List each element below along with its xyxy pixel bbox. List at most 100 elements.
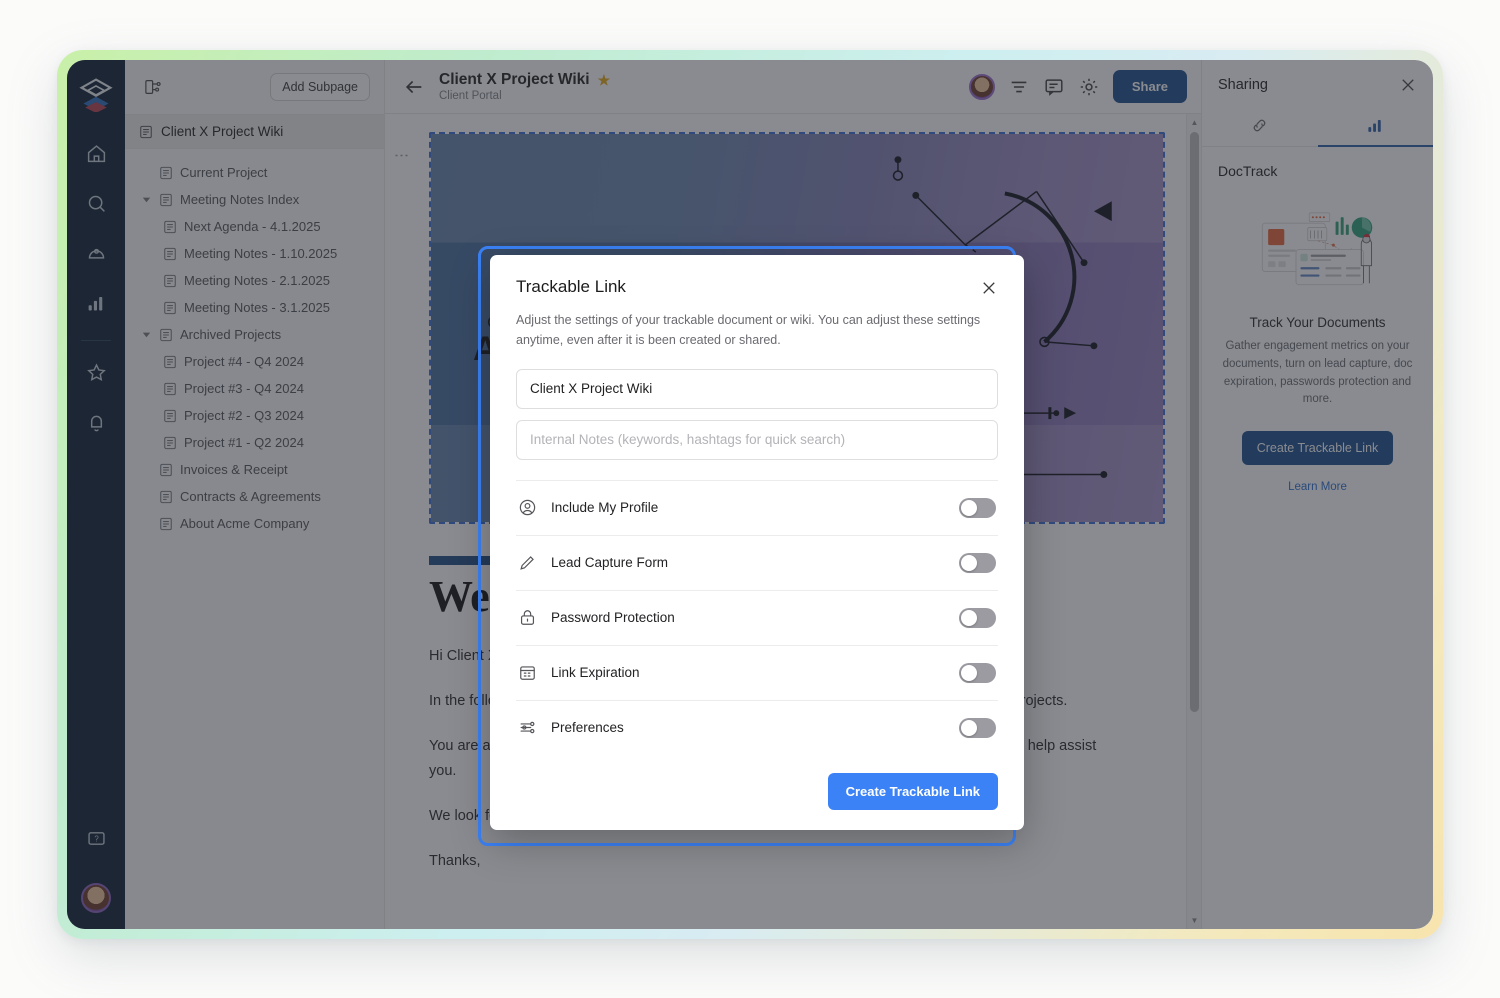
sidebar-item[interactable]: Meeting Notes Index [125, 186, 384, 213]
search-icon [88, 195, 105, 212]
page-icon [160, 166, 172, 179]
modal-setting-row: Preferences [516, 699, 998, 755]
rail-item-analytics[interactable] [77, 284, 115, 322]
modal-create-trackable-link-button[interactable]: Create Trackable Link [827, 772, 998, 810]
calendar-icon [520, 666, 535, 680]
modal-setting-row: Password Protection [516, 589, 998, 645]
page-icon [160, 463, 172, 476]
sidebar-root-item[interactable]: Client X Project Wiki [125, 114, 384, 149]
page-icon [164, 409, 176, 422]
modal-setting-toggle[interactable] [959, 717, 996, 738]
sidebar-item[interactable]: Next Agenda - 4.1.2025 [125, 213, 384, 240]
rail-item-notifications[interactable] [77, 403, 115, 441]
sidebar-item[interactable]: Archived Projects [125, 321, 384, 348]
lock-icon [520, 610, 535, 625]
page-tree-icon [145, 80, 161, 94]
chevron-down-icon[interactable] [141, 194, 152, 205]
page-icon [164, 355, 176, 368]
sidebar-item-label: About Acme Company [180, 516, 310, 531]
scroll-down-arrow-icon[interactable]: ▼ [1187, 913, 1201, 928]
bell-icon [90, 415, 102, 431]
modal-setting-toggle[interactable] [959, 662, 996, 683]
toggle-knob [961, 499, 977, 516]
sidebar-item-label: Project #1 - Q2 2024 [184, 435, 304, 450]
modal-settings-rows: Include My Profile Lead Capture Form Pas… [516, 479, 998, 755]
page-icon [160, 517, 172, 530]
internal-notes-input[interactable] [516, 419, 998, 460]
modal-setting-toggle[interactable] [959, 497, 996, 518]
pencil-icon [520, 556, 534, 570]
sidebar-root-label: Client X Project Wiki [161, 124, 284, 139]
sidebar-item[interactable]: Project #4 - Q4 2024 [125, 348, 384, 375]
sidebar-item[interactable]: Project #3 - Q4 2024 [125, 375, 384, 402]
modal-setting-label: Include My Profile [551, 500, 659, 515]
modal-description: Adjust the settings of your trackable do… [516, 313, 981, 348]
close-icon[interactable] [1399, 76, 1417, 94]
sidebar-item[interactable]: Contracts & Agreements [125, 483, 384, 510]
document-header: Client X Project Wiki ★ Client Portal Sh… [385, 60, 1201, 114]
create-trackable-link-button[interactable]: Create Trackable Link [1241, 431, 1394, 466]
sidebar-item[interactable]: Invoices & Receipt [125, 456, 384, 483]
sidebar-item[interactable]: Meeting Notes - 1.10.2025 [125, 240, 384, 267]
header-user-avatar[interactable] [968, 73, 995, 100]
sidebar-item-label: Meeting Notes - 1.10.2025 [184, 246, 338, 261]
share-button[interactable]: Share [1112, 70, 1187, 103]
icon-rail: ? [67, 60, 125, 929]
sidebar-item[interactable]: Meeting Notes - 3.1.2025 [125, 294, 384, 321]
sidebar-item-label: Invoices & Receipt [180, 462, 288, 477]
modal-setting-toggle[interactable] [959, 552, 996, 573]
modal-setting-row: Include My Profile [516, 479, 998, 535]
modal-setting-toggle[interactable] [959, 607, 996, 628]
sharing-panel-title: Sharing [1218, 77, 1268, 93]
rail-item-favorites[interactable] [77, 353, 115, 391]
rail-item-home[interactable] [77, 134, 115, 172]
sliders-icon [520, 721, 535, 734]
sidebar-item[interactable]: Meeting Notes - 2.1.2025 [125, 267, 384, 294]
sidebar-item-label: Meeting Notes - 2.1.2025 [184, 273, 330, 288]
sharing-panel-tabs [1202, 107, 1433, 147]
layers-logo-icon[interactable] [78, 76, 114, 112]
header-actions: Share [968, 70, 1187, 103]
rail-user-avatar[interactable] [81, 883, 111, 913]
sidebar-item-list: Current Project Meeting Notes Index Next A… [125, 149, 384, 537]
page-icon [160, 328, 172, 341]
link-icon [1253, 119, 1266, 132]
back-arrow-icon[interactable] [403, 76, 425, 98]
promo-body: Gather engagement metrics on your docume… [1222, 340, 1413, 406]
page-icon [164, 382, 176, 395]
document-scrollbar[interactable]: ▲ ▼ [1186, 114, 1201, 929]
sidebar-item[interactable]: Project #2 - Q3 2024 [125, 402, 384, 429]
sidebar-item-label: Current Project [180, 165, 268, 180]
page-tree-icon-button[interactable] [139, 73, 167, 101]
page-tree-sidebar: Add Subpage Client X Project Wiki Curren… [125, 60, 385, 929]
star-icon [86, 362, 106, 381]
add-subpage-button[interactable]: Add Subpage [270, 73, 370, 101]
bar-chart-icon [88, 296, 102, 310]
block-drag-handle[interactable]: ⋮ [393, 148, 410, 164]
modal-setting-row: Lead Capture Form [516, 534, 998, 590]
sidebar-item[interactable]: Project #1 - Q2 2024 [125, 429, 384, 456]
close-icon[interactable] [980, 279, 998, 297]
comment-icon[interactable] [1043, 76, 1065, 98]
favorite-star-icon[interactable]: ★ [598, 72, 611, 89]
tab-analytics[interactable] [1317, 107, 1433, 147]
chevron-down-icon[interactable] [141, 329, 152, 340]
doctrack-illustration [1261, 212, 1372, 286]
scrollbar-thumb[interactable] [1190, 132, 1199, 712]
sidebar-item-label: Meeting Notes Index [180, 192, 300, 207]
svg-text:?: ? [94, 834, 99, 843]
rail-item-help[interactable]: ? [77, 819, 115, 857]
rail-item-network[interactable] [77, 234, 115, 272]
tab-link[interactable] [1202, 107, 1318, 147]
promo-heading: Track Your Documents [1249, 315, 1386, 330]
page-icon [164, 301, 176, 314]
sidebar-item[interactable]: Current Project [125, 159, 384, 186]
scroll-up-arrow-icon[interactable]: ▲ [1187, 115, 1201, 130]
gear-icon[interactable] [1078, 76, 1100, 98]
sidebar-item[interactable]: About Acme Company [125, 510, 384, 537]
outline-icon[interactable] [1008, 76, 1030, 98]
learn-more-link[interactable]: Learn More [1202, 481, 1433, 493]
rail-item-search[interactable] [77, 184, 115, 222]
modal-header: Trackable Link [516, 277, 998, 297]
document-name-input[interactable] [516, 368, 998, 409]
